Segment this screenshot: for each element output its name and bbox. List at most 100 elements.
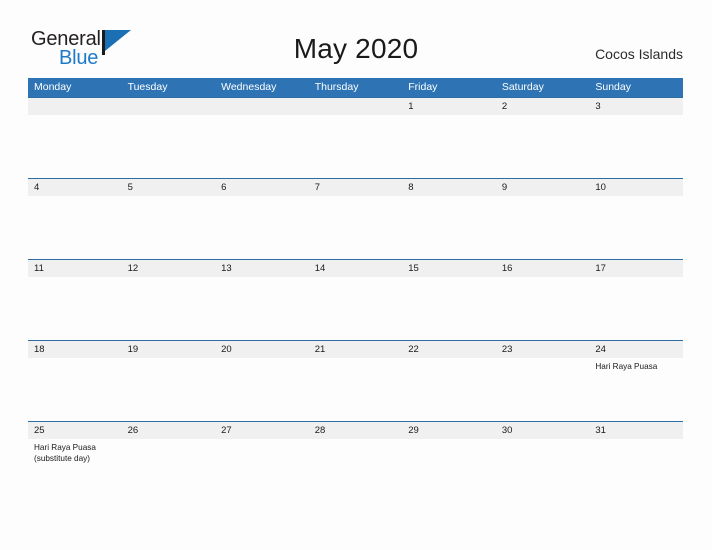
day-events[interactable]	[402, 439, 496, 501]
day-events[interactable]	[28, 196, 122, 258]
week-event-band	[28, 115, 683, 177]
day-events[interactable]	[309, 196, 403, 258]
day-events[interactable]	[122, 358, 216, 420]
day-events[interactable]	[589, 277, 683, 339]
weekday-header-monday: Monday	[34, 81, 72, 93]
day-number[interactable]: 25	[28, 422, 122, 439]
day-events[interactable]	[496, 439, 590, 501]
day-number[interactable]: 28	[309, 422, 403, 439]
weekday-header-friday: Friday	[408, 81, 438, 93]
day-number[interactable]: 24	[589, 341, 683, 358]
day-number[interactable]: 29	[402, 422, 496, 439]
day-number[interactable]: 19	[122, 341, 216, 358]
weekday-header-saturday: Saturday	[501, 81, 544, 93]
page-header: General Blue May 2020 Cocos Islands	[0, 0, 712, 77]
day-number[interactable]: 1	[402, 98, 496, 115]
day-events[interactable]	[496, 358, 590, 420]
day-number[interactable]: 10	[589, 179, 683, 196]
day-events[interactable]: Hari Raya Puasa (substitute day)	[28, 439, 122, 501]
weekday-header-row: Monday Tuesday Wednesday Thursday Friday…	[28, 78, 683, 97]
week-date-band: 25 26 27 28 29 30 31	[28, 421, 683, 439]
day-number[interactable]: 11	[28, 260, 122, 277]
day-events[interactable]	[122, 277, 216, 339]
day-events[interactable]	[496, 277, 590, 339]
day-number[interactable]: 14	[309, 260, 403, 277]
week-date-band: 11 12 13 14 15 16 17	[28, 259, 683, 277]
week-row: 18 19 20 21 22 23 24 Hari Raya Puasa	[28, 340, 683, 421]
day-number[interactable]: 9	[496, 179, 590, 196]
day-events[interactable]	[589, 115, 683, 177]
day-events[interactable]	[496, 115, 590, 177]
day-events[interactable]	[215, 277, 309, 339]
day-number[interactable]: 27	[215, 422, 309, 439]
day-events[interactable]	[122, 196, 216, 258]
week-row: 1 2 3	[28, 97, 683, 178]
day-number[interactable]: 22	[402, 341, 496, 358]
day-number[interactable]: 6	[215, 179, 309, 196]
day-number[interactable]: 17	[589, 260, 683, 277]
location-label: Cocos Islands	[595, 46, 683, 62]
day-events[interactable]	[309, 277, 403, 339]
day-number[interactable]: 4	[28, 179, 122, 196]
week-row: 4 5 6 7 8 9 10	[28, 178, 683, 259]
day-events[interactable]	[309, 115, 403, 177]
day-events[interactable]: Hari Raya Puasa	[589, 358, 683, 420]
weekday-header-thursday: Thursday	[314, 81, 359, 93]
day-number[interactable]: 21	[309, 341, 403, 358]
day-number[interactable]: 8	[402, 179, 496, 196]
calendar-page: General Blue May 2020 Cocos Islands Mond…	[0, 0, 712, 550]
day-number[interactable]	[28, 98, 122, 115]
day-events[interactable]	[122, 115, 216, 177]
day-number[interactable]: 20	[215, 341, 309, 358]
day-number[interactable]: 23	[496, 341, 590, 358]
day-events[interactable]	[122, 439, 216, 501]
day-number[interactable]: 12	[122, 260, 216, 277]
holiday-label: Hari Raya Puasa	[34, 443, 96, 452]
week-date-band: 4 5 6 7 8 9 10	[28, 178, 683, 196]
weekday-header-tuesday: Tuesday	[127, 81, 168, 93]
day-number[interactable]: 26	[122, 422, 216, 439]
day-number[interactable]	[215, 98, 309, 115]
day-number[interactable]	[122, 98, 216, 115]
day-events[interactable]	[496, 196, 590, 258]
day-number[interactable]: 7	[309, 179, 403, 196]
day-events[interactable]	[402, 277, 496, 339]
day-number[interactable]: 31	[589, 422, 683, 439]
day-number[interactable]: 13	[215, 260, 309, 277]
day-events[interactable]	[28, 277, 122, 339]
weekday-header-sunday: Sunday	[595, 81, 631, 93]
week-event-band: Hari Raya Puasa	[28, 358, 683, 420]
day-number[interactable]: 18	[28, 341, 122, 358]
day-events[interactable]	[589, 196, 683, 258]
day-events[interactable]	[215, 196, 309, 258]
day-events[interactable]	[28, 115, 122, 177]
day-events[interactable]	[215, 358, 309, 420]
day-number[interactable]	[309, 98, 403, 115]
day-number[interactable]: 15	[402, 260, 496, 277]
week-row: 25 26 27 28 29 30 31 Hari Raya Puasa (su…	[28, 421, 683, 502]
day-events[interactable]	[402, 358, 496, 420]
day-number[interactable]: 5	[122, 179, 216, 196]
day-events[interactable]	[215, 115, 309, 177]
day-events[interactable]	[589, 439, 683, 501]
calendar-grid: Monday Tuesday Wednesday Thursday Friday…	[28, 78, 683, 502]
weekday-header-wednesday: Wednesday	[221, 81, 277, 93]
day-events[interactable]	[402, 196, 496, 258]
day-number[interactable]: 2	[496, 98, 590, 115]
day-events[interactable]	[402, 115, 496, 177]
holiday-label-continued: (substitute day)	[34, 454, 90, 463]
week-event-band	[28, 277, 683, 339]
week-date-band: 1 2 3	[28, 97, 683, 115]
holiday-label: Hari Raya Puasa	[595, 362, 658, 371]
day-number[interactable]: 16	[496, 260, 590, 277]
week-date-band: 18 19 20 21 22 23 24	[28, 340, 683, 358]
day-events[interactable]	[215, 439, 309, 501]
week-row: 11 12 13 14 15 16 17	[28, 259, 683, 340]
day-events[interactable]	[309, 358, 403, 420]
week-event-band: Hari Raya Puasa (substitute day)	[28, 439, 683, 501]
day-number[interactable]: 3	[589, 98, 683, 115]
day-events[interactable]	[28, 358, 122, 420]
day-events[interactable]	[309, 439, 403, 501]
day-number[interactable]: 30	[496, 422, 590, 439]
week-event-band	[28, 196, 683, 258]
